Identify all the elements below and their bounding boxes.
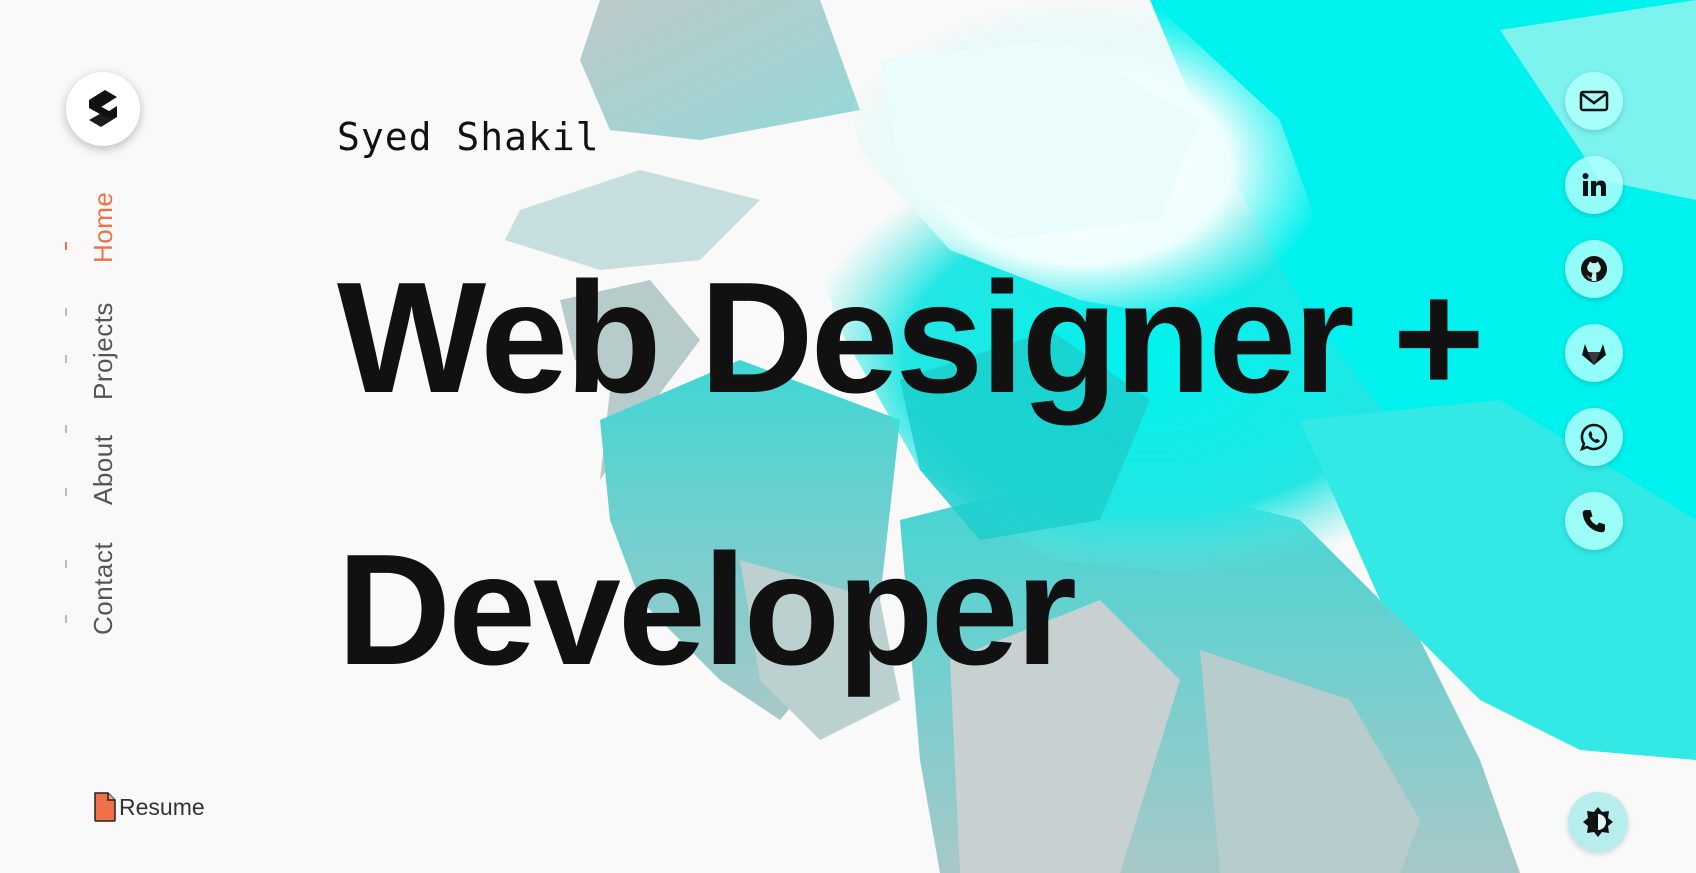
theme-toggle-button[interactable] (1568, 792, 1628, 852)
nav-link-contact[interactable]: Contact (88, 542, 119, 635)
whatsapp-button[interactable] (1565, 408, 1623, 466)
github-button[interactable] (1565, 240, 1623, 298)
nav-indicator-contact (65, 560, 67, 568)
phone-button[interactable] (1565, 492, 1623, 550)
hero-background-art (505, 0, 1696, 873)
resume-link[interactable]: Resume (93, 792, 205, 822)
nav-indicator-projects-2 (65, 355, 67, 363)
mail-icon (1579, 90, 1609, 112)
hero-title-line-1: Web Designer + (337, 250, 1485, 426)
nav-indicator-contact-2 (65, 615, 67, 623)
linkedin-button[interactable] (1565, 156, 1623, 214)
nav-link-home[interactable]: Home (88, 192, 119, 263)
nav-indicator-home (65, 242, 67, 250)
nav-indicator-about-2 (65, 488, 67, 496)
hero-title-line-2: Developer (337, 522, 1077, 698)
whatsapp-icon (1579, 423, 1608, 452)
document-icon (94, 792, 116, 822)
resume-label: Resume (119, 793, 205, 820)
nav-indicator-projects (65, 308, 67, 316)
nav-link-projects[interactable]: Projects (88, 302, 119, 400)
nav-link-about[interactable]: About (88, 435, 119, 505)
gitlab-button[interactable] (1565, 324, 1623, 382)
linkedin-icon (1582, 173, 1606, 196)
email-button[interactable] (1565, 72, 1623, 130)
logo-button[interactable] (66, 72, 140, 146)
github-icon (1581, 256, 1607, 282)
nav-indicator-about (65, 425, 67, 433)
phone-icon (1582, 510, 1605, 533)
hero-name: Syed Shakil (337, 115, 600, 159)
gitlab-icon (1582, 344, 1606, 365)
s-logo-icon (89, 90, 117, 127)
contrast-icon (1583, 807, 1613, 837)
